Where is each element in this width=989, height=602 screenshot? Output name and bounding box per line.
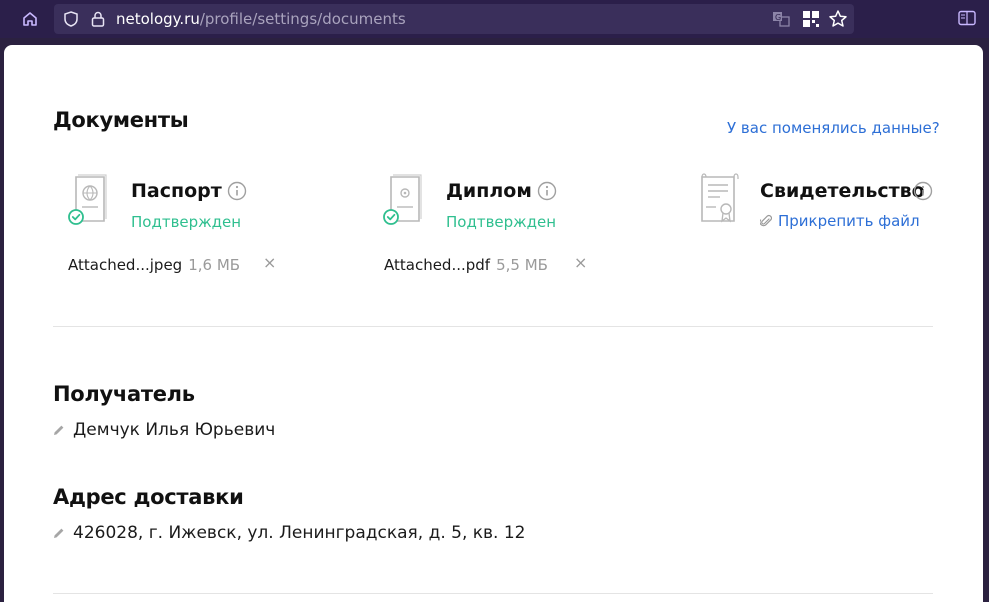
diploma-file-name: Attached...pdf [384,256,491,274]
documents-settings-card: Документы У вас поменялись данные? Паспо… [4,45,983,602]
passport-status: Подтвержден [131,213,242,231]
paperclip-icon [760,214,772,227]
section-divider [53,593,933,594]
reader-view-icon[interactable] [958,10,978,28]
remove-passport-file-icon[interactable]: × [263,253,276,272]
url-text[interactable]: netology.ru/profile/settings/documents [116,10,406,28]
remove-diploma-file-icon[interactable]: × [574,253,587,272]
passport-file: Attached...jpeg 1,6 МБ [68,256,240,274]
recipient-heading: Получатель [53,382,195,406]
passport-file-size: 1,6 МБ [188,256,241,274]
edit-pencil-icon[interactable] [53,424,65,436]
edit-pencil-icon[interactable] [53,527,65,539]
certificate-info-icon[interactable] [913,181,933,201]
passport-icon [68,174,107,225]
url-path: /profile/settings/documents [199,10,406,28]
address-bar[interactable]: netology.ru/profile/settings/documents G [54,4,854,34]
translate-icon[interactable]: G [772,10,790,28]
attach-file-link[interactable]: Прикрепить файл [760,212,920,230]
diploma-info-icon[interactable] [537,181,557,201]
address-field: 426028, г. Ижевск, ул. Ленинградская, д.… [53,523,526,543]
diploma-file-size: 5,5 МБ [496,256,548,274]
certificate-icon [701,173,739,223]
data-changed-link[interactable]: У вас поменялись данные? [727,119,940,137]
diploma-status: Подтвержден [446,213,557,231]
certificate-title: Свидетельство [760,180,925,202]
address-value: 426028, г. Ижевск, ул. Ленинградская, д.… [73,523,526,543]
home-icon[interactable] [20,9,40,29]
url-domain: netology.ru [116,10,200,28]
passport-info-icon[interactable] [227,181,247,201]
svg-text:G: G [775,13,781,22]
browser-toolbar: netology.ru/profile/settings/documents G [0,0,989,38]
diploma-title: Диплом [446,180,532,202]
passport-file-name: Attached...jpeg [68,256,183,274]
attach-file-label: Прикрепить файл [778,212,920,230]
passport-title: Паспорт [131,180,222,202]
diploma-icon [383,174,422,225]
address-heading: Адрес доставки [53,485,244,509]
section-divider [53,326,933,327]
star-icon[interactable] [828,9,848,29]
diploma-file: Attached...pdf 5,5 МБ [384,256,548,274]
shield-icon[interactable] [62,10,80,28]
recipient-name: Демчук Илья Юрьевич [73,420,276,440]
qr-code-icon[interactable] [802,10,820,28]
recipient-field: Демчук Илья Юрьевич [53,420,275,440]
lock-icon[interactable] [90,10,106,28]
documents-heading: Документы [53,108,189,132]
